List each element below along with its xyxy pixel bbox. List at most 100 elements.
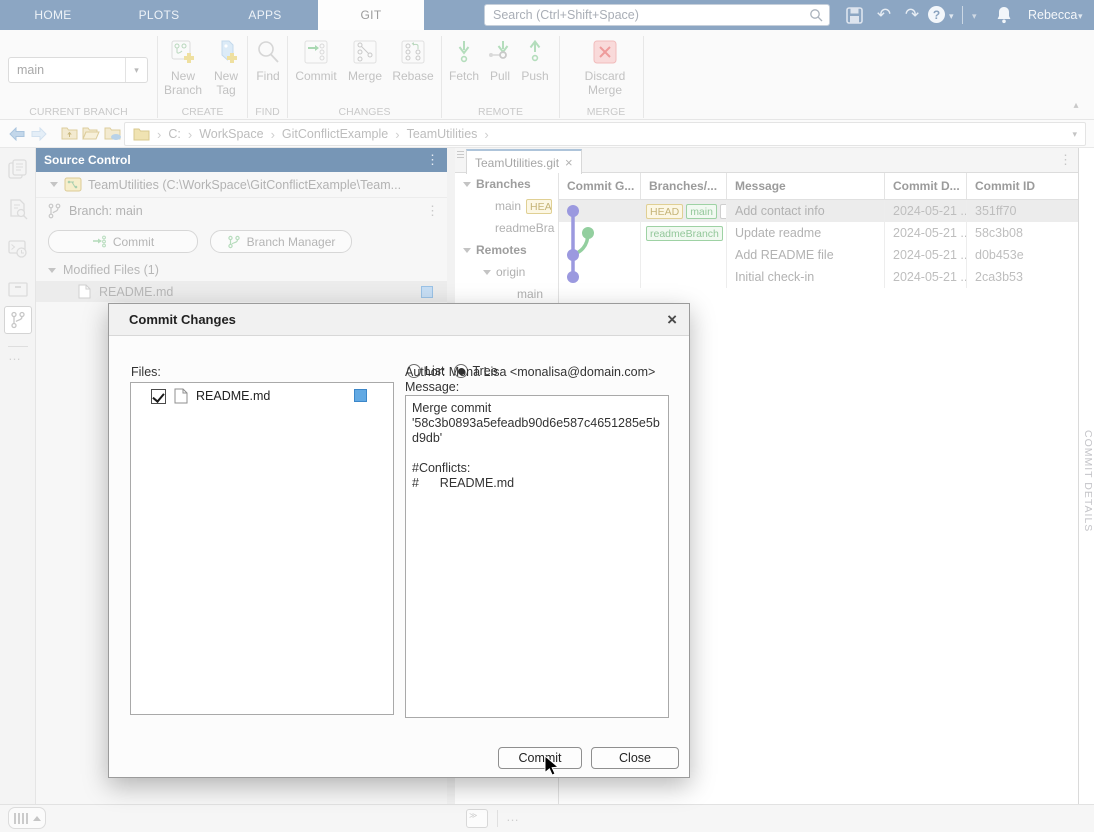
breadcrumb-teamutilities[interactable]: TeamUtilities <box>407 127 478 141</box>
git-repo-tab[interactable]: TeamUtilities.git × <box>466 149 582 174</box>
commit-details-label: COMMIT DETAILS <box>1079 430 1094 532</box>
modified-status-square <box>421 286 433 298</box>
drag-grip-icon[interactable] <box>457 151 464 158</box>
help-caret-icon[interactable]: ▾ <box>949 11 954 22</box>
repo-row[interactable]: TeamUtilities (C:\WorkSpace\GitConflictE… <box>36 172 447 198</box>
graph-cell <box>559 244 641 266</box>
col-branches-tags[interactable]: Branches/... <box>641 173 727 199</box>
branch-manager-button[interactable]: Branch Manager <box>210 230 352 253</box>
dialog-file-row[interactable]: README.md <box>131 383 393 407</box>
tab-bar-menu-icon[interactable]: ⋮ <box>1059 152 1072 168</box>
push-button[interactable]: Push <box>519 38 551 83</box>
merge-ribbon-button[interactable]: Merge <box>344 38 386 83</box>
branch-icon <box>47 203 62 219</box>
discard-merge-button[interactable]: Discard Merge <box>575 38 635 97</box>
files-panel-icon[interactable] <box>7 158 29 180</box>
new-branch-button[interactable]: New Branch <box>160 38 206 97</box>
tree-remotes[interactable]: Remotes <box>455 239 558 261</box>
tab-plots[interactable]: PLOTS <box>106 0 212 30</box>
commit-row[interactable]: Initial check-in 2024-05-21 ... 2ca3b53 <box>559 266 1078 288</box>
command-window-icon[interactable]: ≫ <box>466 809 488 828</box>
section-remote: REMOTE <box>442 106 559 118</box>
current-branch-combo[interactable]: main ▾ <box>8 57 148 83</box>
source-control-panel-icon[interactable] <box>4 306 32 334</box>
dialog-title-bar[interactable]: Commit Changes × <box>109 304 689 336</box>
tree-origin[interactable]: origin <box>455 261 558 283</box>
undo-icon[interactable]: ↶ <box>874 0 894 30</box>
tab-close-icon[interactable]: × <box>565 155 573 170</box>
collapse-triangle-icon[interactable] <box>48 268 56 273</box>
bottom-more-icon[interactable]: … <box>506 809 520 824</box>
rebase-ribbon-button[interactable]: Rebase <box>391 38 435 83</box>
repo-path: TeamUtilities (C:\WorkSpace\GitConflictE… <box>88 178 401 192</box>
collapse-triangle-icon[interactable] <box>483 270 491 275</box>
commit-row[interactable]: Add README file 2024-05-21 ... d0b453e <box>559 244 1078 266</box>
breadcrumb-gitconflictexample[interactable]: GitConflictExample <box>282 127 388 141</box>
collapse-triangle-icon[interactable] <box>50 182 58 187</box>
breadcrumb-caret-icon[interactable]: ▾ <box>1072 129 1077 140</box>
col-commit-graph[interactable]: Commit G... <box>559 173 641 199</box>
user-menu[interactable]: Rebecca <box>1028 0 1077 30</box>
tree-origin-main[interactable]: main <box>455 283 558 305</box>
rail-more-icon[interactable]: … <box>8 348 22 363</box>
workspace-panel-icon[interactable] <box>7 278 29 300</box>
breadcrumb-workspace[interactable]: WorkSpace <box>199 127 263 141</box>
help-icon[interactable]: ? <box>928 6 945 23</box>
modified-file-row[interactable]: README.md <box>36 281 447 302</box>
commit-id: 2ca3b53 <box>967 266 1079 288</box>
commit-icon <box>302 38 330 66</box>
file-checkbox[interactable] <box>151 389 166 404</box>
dialog-files-list[interactable]: README.md <box>130 382 394 715</box>
head-badge: HEAD <box>646 204 683 219</box>
tree-branch-readme[interactable]: readmeBra <box>455 217 558 239</box>
breadcrumb[interactable]: › C: › WorkSpace › GitConflictExample › … <box>124 122 1086 146</box>
cloud-folder-icon[interactable] <box>102 126 124 141</box>
panel-menu-icon[interactable]: ⋮ <box>426 152 439 168</box>
pull-button[interactable]: Pull <box>485 38 515 83</box>
tab-home[interactable]: HOME <box>0 0 106 30</box>
dialog-close-button[interactable]: Close <box>591 747 679 769</box>
open-folder-icon[interactable] <box>80 126 102 141</box>
col-message[interactable]: Message <box>727 173 885 199</box>
fetch-button[interactable]: Fetch <box>446 38 482 83</box>
new-tag-button[interactable]: New Tag <box>208 38 244 97</box>
branch-menu-icon[interactable]: ⋮ <box>426 203 439 219</box>
tree-branch-main[interactable]: main HEA <box>455 195 558 217</box>
redo-icon[interactable]: ↷ <box>902 0 922 30</box>
section-current-branch: CURRENT BRANCH <box>0 106 157 118</box>
commit-row[interactable]: HEAD main Add contact info 2024-05-21 ..… <box>559 200 1078 222</box>
back-icon[interactable] <box>6 127 28 141</box>
mini-dropdown-icon[interactable]: ▾ <box>972 11 977 22</box>
panel-toggle-button[interactable] <box>8 807 46 829</box>
col-commit-id[interactable]: Commit ID <box>967 173 1079 199</box>
current-branch-value: main <box>9 63 125 77</box>
commit-ribbon-button[interactable]: Commit <box>293 38 339 83</box>
tab-git[interactable]: GIT <box>318 0 424 30</box>
merge-icon <box>351 38 379 66</box>
collapse-ribbon-icon[interactable]: ▴ <box>1066 100 1086 114</box>
global-search[interactable] <box>484 4 830 26</box>
col-commit-date[interactable]: Commit D... <box>885 173 967 199</box>
commit-panel-button[interactable]: Commit <box>48 230 198 253</box>
collapse-triangle-icon[interactable] <box>463 182 471 187</box>
collapse-triangle-icon[interactable] <box>463 248 471 253</box>
save-icon[interactable] <box>846 7 863 24</box>
forward-icon[interactable] <box>28 127 50 141</box>
breadcrumb-drive[interactable]: C: <box>168 127 181 141</box>
file-search-panel-icon[interactable] <box>7 198 29 220</box>
commit-message-input[interactable]: Merge commit '58c3b0893a5efeadb90d6e587c… <box>405 395 669 718</box>
dialog-close-icon[interactable]: × <box>667 311 677 328</box>
notifications-bell-icon[interactable] <box>996 6 1012 24</box>
modified-files-row[interactable]: Modified Files (1) <box>36 259 447 281</box>
find-button[interactable]: Find <box>250 38 286 83</box>
combo-caret-icon[interactable]: ▾ <box>125 58 147 82</box>
tree-branches[interactable]: Branches <box>455 173 558 195</box>
command-history-panel-icon[interactable] <box>7 238 29 260</box>
search-input[interactable] <box>491 7 809 23</box>
tab-apps[interactable]: APPS <box>212 0 318 30</box>
dialog-commit-button[interactable]: Commit <box>498 747 582 769</box>
commit-row[interactable]: readmeBranch Update readme 2024-05-21 ..… <box>559 222 1078 244</box>
user-caret-icon[interactable]: ▾ <box>1078 11 1083 22</box>
git-tab-bar: TeamUtilities.git × ⋮ <box>455 148 1078 173</box>
up-folder-icon[interactable] <box>58 126 80 141</box>
